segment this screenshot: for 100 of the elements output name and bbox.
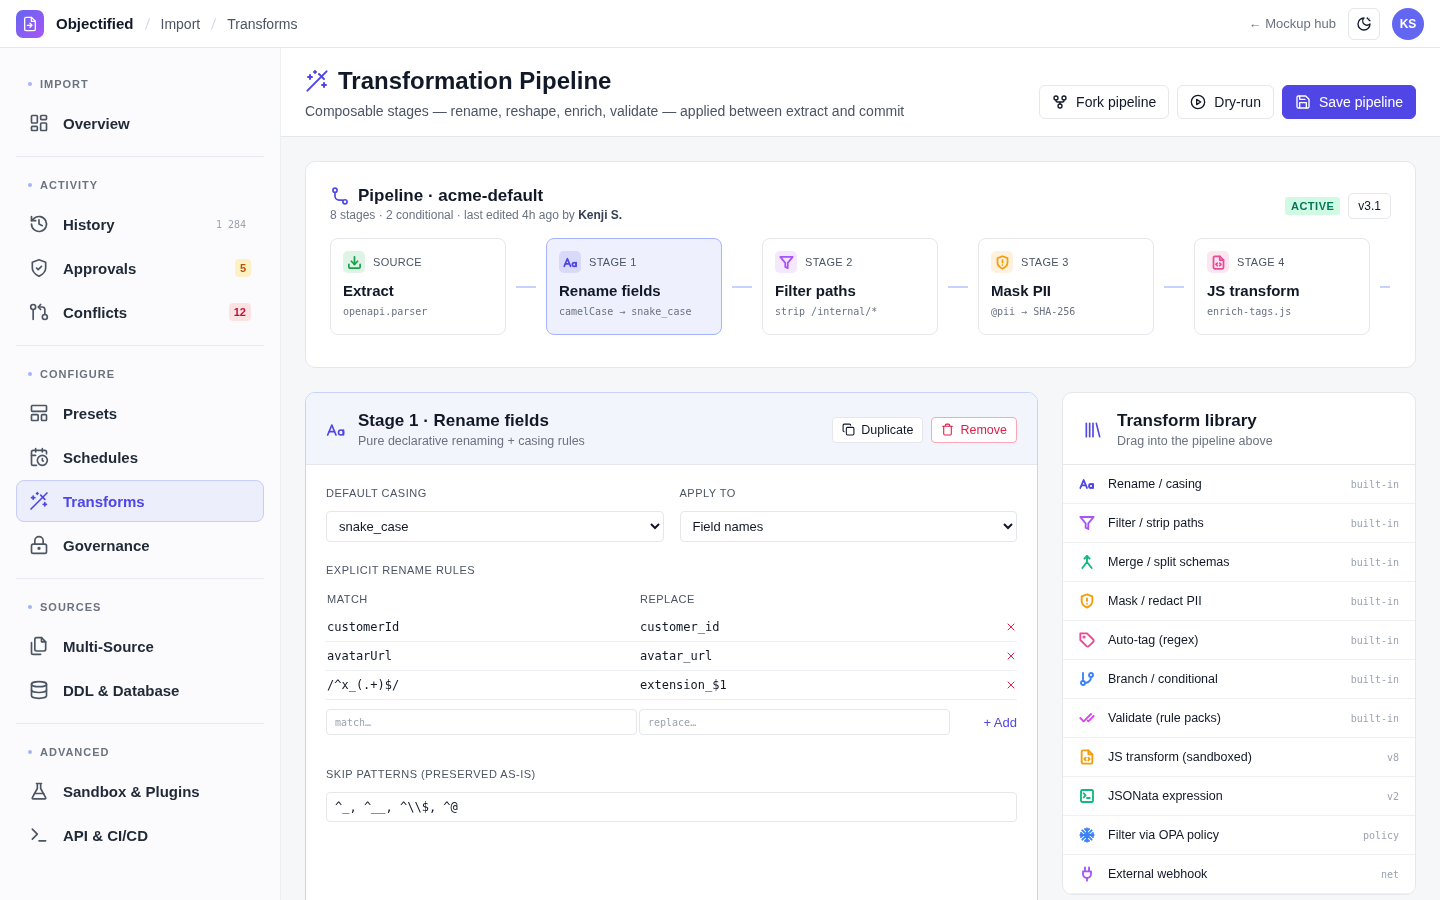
terminal-icon xyxy=(29,825,49,845)
sidebar-item[interactable]: Schedules xyxy=(16,436,264,478)
bullet-dot xyxy=(28,750,32,754)
section-heading: ACTIVITY xyxy=(40,179,99,191)
editor-subtitle: Pure declarative renaming + casing rules xyxy=(358,434,586,448)
item-tag: v2 xyxy=(1386,790,1399,802)
sidebar-item[interactable]: DDL & Database xyxy=(16,669,264,711)
sidebar-item[interactable]: Governance xyxy=(16,524,264,566)
theme-toggle-button[interactable] xyxy=(1348,7,1380,40)
item-tag: built-in xyxy=(1350,556,1399,568)
table-cell-text: customer_id xyxy=(639,620,721,634)
theme-toggle-icon xyxy=(1356,15,1372,32)
library-item[interactable]: Branch / conditional built-in xyxy=(1063,660,1415,699)
delete-button[interactable] xyxy=(1005,650,1017,662)
table-cell-text: extension_$1 xyxy=(639,678,728,692)
stage-detail: openapi.parser xyxy=(343,306,429,317)
stage-name: Rename fields xyxy=(559,282,662,299)
action-button[interactable]: Fork pipeline xyxy=(1039,85,1170,119)
user-avatar[interactable]: KS xyxy=(1392,7,1424,40)
delete-button[interactable] xyxy=(1005,679,1017,691)
close-icon xyxy=(1005,650,1017,662)
sidebar-item[interactable]: Approvals 5 xyxy=(16,247,264,289)
database-icon xyxy=(29,680,49,700)
sidebar-item[interactable]: Transforms xyxy=(16,480,264,522)
app-logo[interactable] xyxy=(16,9,44,38)
field-label: APPLY TO xyxy=(679,487,737,499)
breadcrumb-link[interactable]: Transforms xyxy=(227,15,298,32)
action-button[interactable]: Save pipeline xyxy=(1281,85,1416,119)
stage-card[interactable]: STAGE 4 JS transform enrich-tags.js xyxy=(1194,238,1370,335)
action-button[interactable]: Dry-run xyxy=(1177,85,1274,119)
library-subtitle: Drag into the pipeline above xyxy=(1117,434,1274,448)
item-tag: built-in xyxy=(1350,712,1399,724)
table-cell-text: avatarUrl xyxy=(326,649,394,663)
sidebar-item[interactable]: History 1 284 xyxy=(16,203,264,245)
count-badge: 5 xyxy=(234,259,251,277)
stage-name: Filter paths xyxy=(775,282,857,299)
dropdown[interactable]: Field names xyxy=(679,511,1017,542)
bullet-dot xyxy=(28,372,32,376)
section-heading: SOURCES xyxy=(40,601,102,613)
sidebar-item[interactable]: Conflicts 12 xyxy=(16,291,264,333)
item-tag: built-in xyxy=(1350,595,1399,607)
pipeline-icon xyxy=(330,186,350,206)
bullet-dot xyxy=(28,605,32,609)
library-item[interactable]: JSONata expression v2 xyxy=(1063,777,1415,816)
action-button[interactable]: Duplicate xyxy=(832,416,924,443)
magic-wand-icon xyxy=(29,491,49,511)
sidebar-item[interactable]: Sandbox & Plugins xyxy=(16,770,264,812)
version-badge[interactable]: v3.1 xyxy=(1348,193,1391,219)
library-item[interactable]: Filter / strip paths built-in xyxy=(1063,504,1415,543)
table-cell-text: avatar_url xyxy=(639,649,714,663)
stage-card[interactable]: STAGE 2 Filter paths strip /internal/* xyxy=(762,238,938,335)
library-item[interactable]: JS transform (sandboxed) v8 xyxy=(1063,738,1415,777)
stage-label: STAGE 2 xyxy=(805,256,853,268)
stage-card[interactable]: STAGE 1 Rename fields camelCase → snake_case xyxy=(546,238,722,335)
library-item[interactable]: Mask / redact PII built-in xyxy=(1063,582,1415,621)
stage-name: JS transform xyxy=(1207,282,1301,299)
item-tag: built-in xyxy=(1350,634,1399,646)
stage-card[interactable]: STAGE 3 Mask PII @pii → SHA-256 xyxy=(978,238,1154,335)
sidebar-item[interactable]: Multi-Source xyxy=(16,625,264,667)
bullet-dot xyxy=(28,183,32,187)
compare-icon xyxy=(29,302,49,322)
library-item[interactable]: Merge / split schemas built-in xyxy=(1063,543,1415,582)
breadcrumb-link[interactable]: Import xyxy=(160,15,201,32)
library-item[interactable]: Filter via OPA policy policy xyxy=(1063,816,1415,855)
flask-icon xyxy=(29,781,49,801)
close-icon xyxy=(1005,679,1017,691)
add-link[interactable]: + Add xyxy=(983,714,1017,730)
library-item[interactable]: Auto-tag (regex) built-in xyxy=(1063,621,1415,660)
back-link[interactable]: ← Mockup hub xyxy=(1248,16,1336,31)
stage-detail: @pii → SHA-256 xyxy=(991,306,1077,317)
fork-icon xyxy=(1052,94,1069,110)
save-icon xyxy=(1294,94,1311,110)
match-field[interactable]: match… xyxy=(326,709,637,735)
history-icon xyxy=(29,214,49,234)
sidebar-item[interactable]: Overview xyxy=(16,102,264,144)
delete-button[interactable] xyxy=(1005,621,1017,633)
count-label: 1 284 xyxy=(214,217,247,232)
dropdown[interactable]: snake_case xyxy=(326,511,664,542)
skip-patterns-field[interactable]: ^_, ^__, ^\\$, ^@ xyxy=(326,792,1017,822)
calendar-clock-icon xyxy=(29,447,49,467)
item-tag: built-in xyxy=(1350,517,1399,529)
editor-title: Stage 1 · Rename fields xyxy=(358,411,550,431)
sidebar-item[interactable]: Presets xyxy=(16,392,264,434)
item-tag: built-in xyxy=(1350,478,1399,490)
stage-label: SOURCE xyxy=(373,256,422,268)
count-badge: 12 xyxy=(228,303,251,321)
stage-card[interactable]: SOURCE Extract openapi.parser xyxy=(330,238,506,335)
files-icon xyxy=(29,636,49,656)
magic-wand-icon xyxy=(305,69,329,93)
field-label: DEFAULT CASING xyxy=(326,487,428,499)
library-item[interactable]: Rename / casing built-in xyxy=(1063,465,1415,504)
action-button[interactable]: Remove xyxy=(931,416,1017,443)
app-name[interactable]: Objectified xyxy=(56,15,134,32)
sidebar-item[interactable]: API & CI/CD xyxy=(16,814,264,856)
column-header: MATCH xyxy=(326,592,369,605)
pipeline-title: Pipeline · acme-default xyxy=(358,186,544,206)
replace-field[interactable]: replace… xyxy=(639,709,950,735)
library-item[interactable]: External webhook net xyxy=(1063,855,1415,894)
library-item[interactable]: Validate (rule packs) built-in xyxy=(1063,699,1415,738)
column-header: REPLACE xyxy=(639,592,696,605)
